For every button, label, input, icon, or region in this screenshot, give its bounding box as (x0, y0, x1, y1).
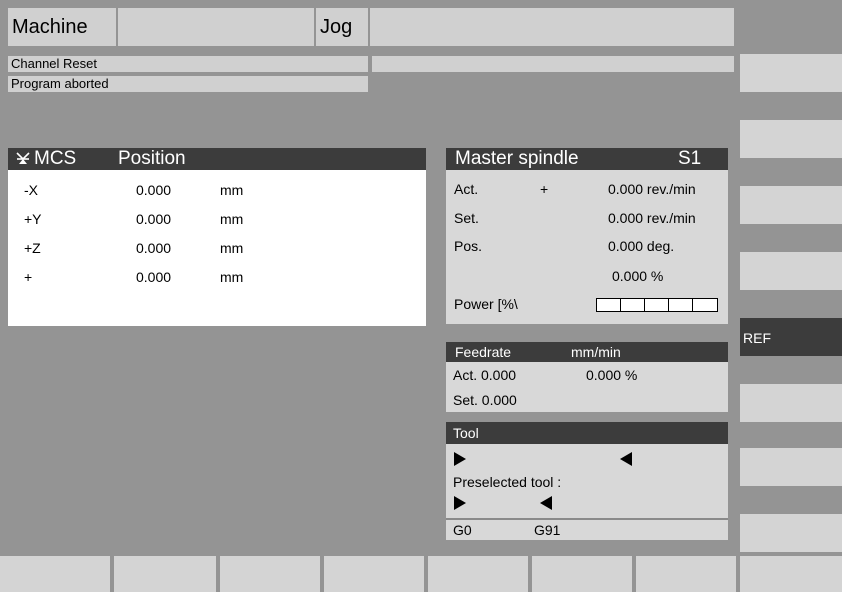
power-bar-segment (692, 298, 718, 312)
spindle-title: Master spindle (455, 148, 579, 169)
axis-name: + (24, 269, 33, 285)
horizontal-softkey-4[interactable] (324, 556, 424, 592)
feedrate-act: Act. 0.000 (453, 367, 517, 383)
horizontal-softkey-2[interactable] (114, 556, 216, 592)
mode-label: Jog (320, 16, 353, 38)
horizontal-softkey-5[interactable] (428, 556, 528, 592)
spindle-pos-label: Pos. (454, 238, 483, 254)
spindle-panel: Act. + 0.000 rev./min Set. 0.000 rev./mi… (446, 170, 728, 324)
spindle-power-bar (596, 298, 722, 312)
spindle-act-row: Act. + 0.000 rev./min (446, 177, 728, 201)
gcode-group-2: G91 (534, 522, 561, 538)
axis-name: +Y (24, 211, 42, 227)
axis-row: +Y 0.000 mm (8, 207, 426, 231)
tool-title: Tool (453, 425, 479, 441)
channel-status: Channel Reset (8, 56, 368, 72)
spindle-set-value: 0.000 rev./min (608, 210, 696, 226)
spindle-override: 0.000 % (612, 268, 664, 284)
play-right-icon (454, 452, 466, 466)
axis-unit: mm (220, 240, 244, 256)
power-bar-segment (644, 298, 670, 312)
horizontal-softkey-8[interactable] (740, 556, 842, 592)
spindle-act-label: Act. (454, 181, 479, 197)
horizontal-softkey-3[interactable] (220, 556, 320, 592)
gcode-group-1: G0 (453, 522, 472, 538)
ref-softkey-label: REF (743, 330, 771, 346)
vertical-softkey-4[interactable] (740, 252, 842, 290)
channel-status-text: Channel Reset (11, 56, 97, 71)
area-title: Machine (12, 16, 88, 38)
vertical-softkey-8[interactable] (740, 514, 842, 552)
play-left-icon (540, 496, 552, 510)
vertical-softkey-7[interactable] (740, 448, 842, 486)
power-bar-segment (668, 298, 694, 312)
vertical-softkey-6[interactable] (740, 384, 842, 422)
top-right-field (370, 8, 734, 46)
spindle-header: Master spindle S1 (446, 148, 728, 170)
spindle-set-row: Set. 0.000 rev./min (446, 206, 728, 230)
feedrate-unit: mm/min (571, 344, 621, 360)
vertical-softkey-3[interactable] (740, 186, 842, 224)
program-status: Program aborted (8, 76, 368, 92)
axis-row: -X 0.000 mm (8, 178, 426, 202)
feedrate-panel: Act. 0.000 0.000 % Set. 0.000 (446, 362, 728, 412)
ref-softkey[interactable]: REF (740, 318, 842, 356)
play-left-icon (620, 452, 632, 466)
horizontal-softkey-1[interactable] (0, 556, 110, 592)
program-status-text: Program aborted (11, 76, 109, 91)
mcs-position-table: -X 0.000 mm +Y 0.000 mm +Z 0.000 mm + 0.… (8, 170, 426, 326)
axis-value: 0.000 (136, 182, 172, 198)
position-header: Position (118, 148, 186, 169)
axis-name: -X (24, 182, 38, 198)
vertical-softkey-1[interactable] (740, 54, 842, 92)
coord-system-label[interactable]: MCS (34, 148, 76, 170)
spindle-act-value: 0.000 rev./min (608, 181, 696, 197)
axis-name: +Z (24, 240, 41, 256)
power-bar-segment (596, 298, 622, 312)
machine-zero-icon (15, 150, 31, 166)
mcs-header: MCS Position (8, 148, 426, 170)
alarm-line (372, 56, 734, 72)
spindle-direction: + (540, 181, 549, 197)
tool-panel: Preselected tool : G0 G91 (446, 444, 728, 540)
feedrate-title: Feedrate (455, 344, 512, 360)
axis-row: + 0.000 mm (8, 265, 426, 289)
tool-header: Tool (446, 422, 728, 444)
horizontal-softkey-7[interactable] (636, 556, 736, 592)
play-right-icon (454, 496, 466, 510)
spindle-pos-value: 0.000 deg. (608, 238, 675, 254)
preselected-tool-label: Preselected tool : (453, 474, 562, 490)
spindle-id: S1 (678, 148, 702, 169)
horizontal-softkey-6[interactable] (532, 556, 632, 592)
axis-value: 0.000 (136, 240, 172, 256)
area-display: Machine (8, 8, 116, 46)
power-bar-segment (620, 298, 646, 312)
axis-unit: mm (220, 211, 244, 227)
axis-value: 0.000 (136, 269, 172, 285)
spindle-set-label: Set. (454, 210, 479, 226)
axis-unit: mm (220, 182, 244, 198)
spindle-power-label: Power [%\ (454, 296, 518, 312)
spindle-override-row: 0.000 % (446, 264, 728, 288)
feedrate-override: 0.000 % (586, 367, 638, 383)
axis-unit: mm (220, 269, 244, 285)
mode-display: Jog (316, 8, 368, 46)
axis-value: 0.000 (136, 211, 172, 227)
feedrate-set: Set. 0.000 (453, 392, 517, 408)
tool-separator (446, 518, 728, 520)
vertical-softkey-2[interactable] (740, 120, 842, 158)
program-name-field (118, 8, 314, 46)
feedrate-header: Feedrate mm/min (446, 342, 728, 362)
axis-row: +Z 0.000 mm (8, 236, 426, 260)
spindle-power-row: Power [%\ (446, 292, 728, 316)
spindle-pos-row: Pos. 0.000 deg. (446, 234, 728, 258)
